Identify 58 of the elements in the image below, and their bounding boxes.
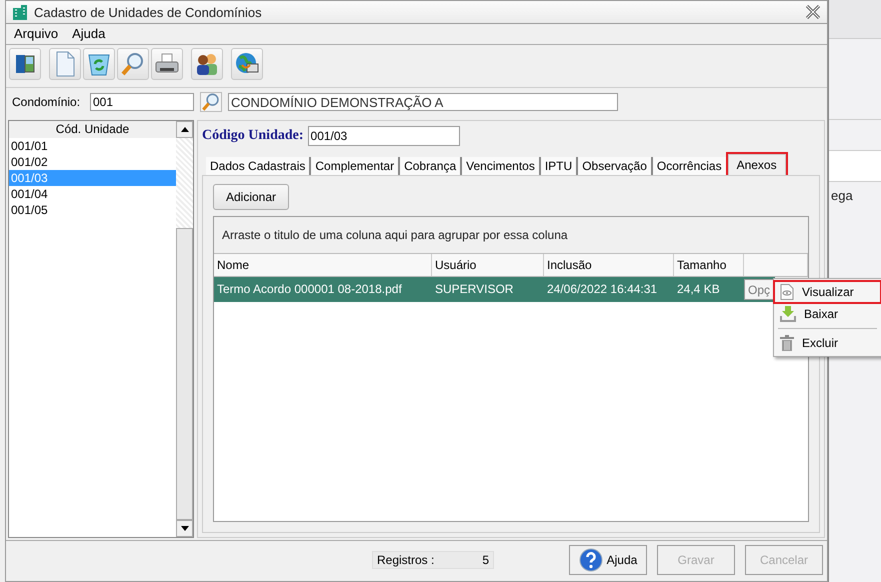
name-field[interactable]: CONDOMÍNIO DEMONSTRAÇÃO A <box>228 93 618 111</box>
column-header[interactable]: Cód. Unidade <box>9 121 176 138</box>
dialog-button[interactable]: Ajuda <box>569 545 647 575</box>
column-header[interactable]: Usuário <box>432 254 544 276</box>
tab[interactable]: Dados Cadastrais <box>206 157 312 175</box>
background-field <box>829 150 881 182</box>
column-header[interactable]: Inclusão <box>544 254 674 276</box>
tab[interactable]: Vencimentos <box>462 157 541 175</box>
scroll-up-icon[interactable] <box>176 121 193 138</box>
trash-icon <box>780 335 794 351</box>
add-button[interactable]: Adicionar <box>213 184 289 210</box>
tab[interactable]: Complementar <box>311 157 400 175</box>
list-item[interactable]: 001/02 <box>9 154 176 170</box>
search-icon <box>120 51 146 77</box>
field-label: Condomínio: <box>12 95 82 109</box>
code-field[interactable]: 001 <box>90 93 194 111</box>
table-cell-text: Termo Acordo 000001 08-2018.pdf <box>216 281 403 298</box>
download-icon <box>780 306 796 322</box>
scroll-down-icon[interactable] <box>176 520 193 537</box>
field-label: Código Unidade: <box>202 128 304 144</box>
table-cell-text: SUPERVISOR <box>434 281 514 298</box>
unit-code-field[interactable]: 001/03 <box>308 126 460 146</box>
menu-item[interactable]: Ajuda <box>72 26 106 42</box>
document-eye-icon <box>780 284 794 300</box>
scrollbar-thumb[interactable] <box>176 228 193 520</box>
tab[interactable]: IPTU <box>540 157 578 175</box>
search-button[interactable] <box>200 92 222 112</box>
table-cell-text: 24/06/2022 16:44:31 <box>546 281 658 298</box>
list-item[interactable]: 001/04 <box>9 186 176 202</box>
list-item[interactable]: 001/05 <box>9 202 176 218</box>
tab[interactable]: Ocorrências <box>652 157 728 175</box>
tab[interactable]: Cobrança <box>400 157 462 175</box>
options-button[interactable]: Opç <box>744 279 775 300</box>
column-header[interactable]: Nome <box>214 254 432 276</box>
scrollbar[interactable] <box>176 121 193 537</box>
close-icon[interactable] <box>805 5 821 19</box>
menu-item[interactable]: Baixar <box>774 303 881 325</box>
window-title: Cadastro de Unidades de Condomínios <box>34 4 263 20</box>
toolbar-button[interactable] <box>151 48 183 80</box>
toolbar-button[interactable] <box>231 48 263 80</box>
record-count: 5 <box>482 553 489 567</box>
table-cell-text: 24,4 KB <box>676 281 721 298</box>
menu-item[interactable]: Arquivo <box>14 26 58 42</box>
tab[interactable]: Observação <box>578 157 653 175</box>
column-header[interactable]: Tamanho <box>674 254 744 276</box>
toolbar-button[interactable] <box>191 48 223 80</box>
status-label: Registros : <box>377 553 434 567</box>
menu-item[interactable]: Excluir <box>774 332 881 354</box>
door-icon <box>13 52 37 76</box>
help-icon <box>578 548 603 572</box>
tab[interactable]: Anexos <box>728 154 786 175</box>
menu-item[interactable]: Visualizar <box>774 281 881 303</box>
background-window-text: ega <box>830 187 854 205</box>
table-row[interactable]: Termo Acordo 000001 08-2018.pdf SUPERVISOR 24/06/2022 16:44:31 24,4 KB Opç <box>214 277 775 302</box>
people-icon <box>194 52 220 76</box>
toolbar-button[interactable] <box>9 48 41 80</box>
building-icon <box>12 4 28 20</box>
list-item[interactable]: 001/01 <box>9 138 176 154</box>
